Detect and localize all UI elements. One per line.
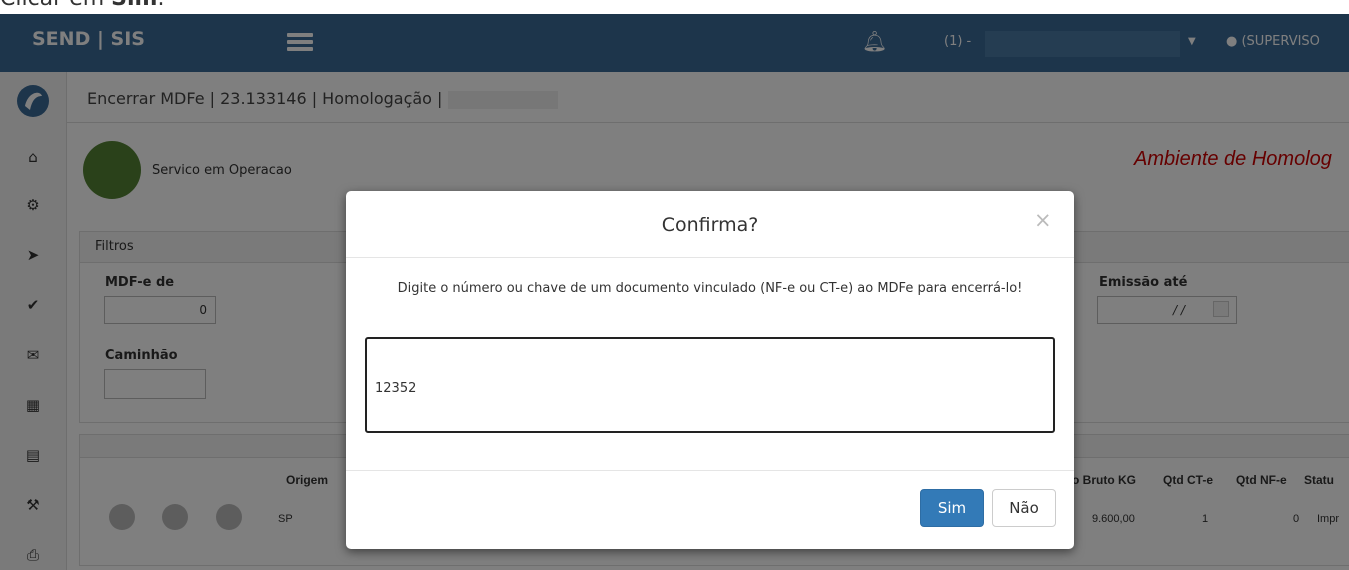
dialog-footer-divider	[346, 470, 1074, 471]
caption-prefix: Clicar em	[0, 0, 111, 11]
confirm-dialog: Confirma? × Digite o número ou chave de …	[346, 191, 1074, 549]
close-icon[interactable]: ×	[1034, 208, 1052, 232]
dialog-message: Digite o número ou chave de um documento…	[397, 281, 1023, 296]
dialog-header: Confirma? ×	[346, 191, 1074, 258]
instruction-caption: Clicar em Sim.	[0, 0, 164, 14]
document-number-input[interactable]: 12352	[365, 337, 1055, 433]
caption-suffix: .	[157, 0, 164, 11]
yes-button[interactable]: Sim	[920, 489, 984, 527]
dialog-title: Confirma?	[661, 214, 759, 236]
no-button[interactable]: Não	[992, 489, 1056, 527]
caption-bold: Sim	[111, 0, 157, 11]
